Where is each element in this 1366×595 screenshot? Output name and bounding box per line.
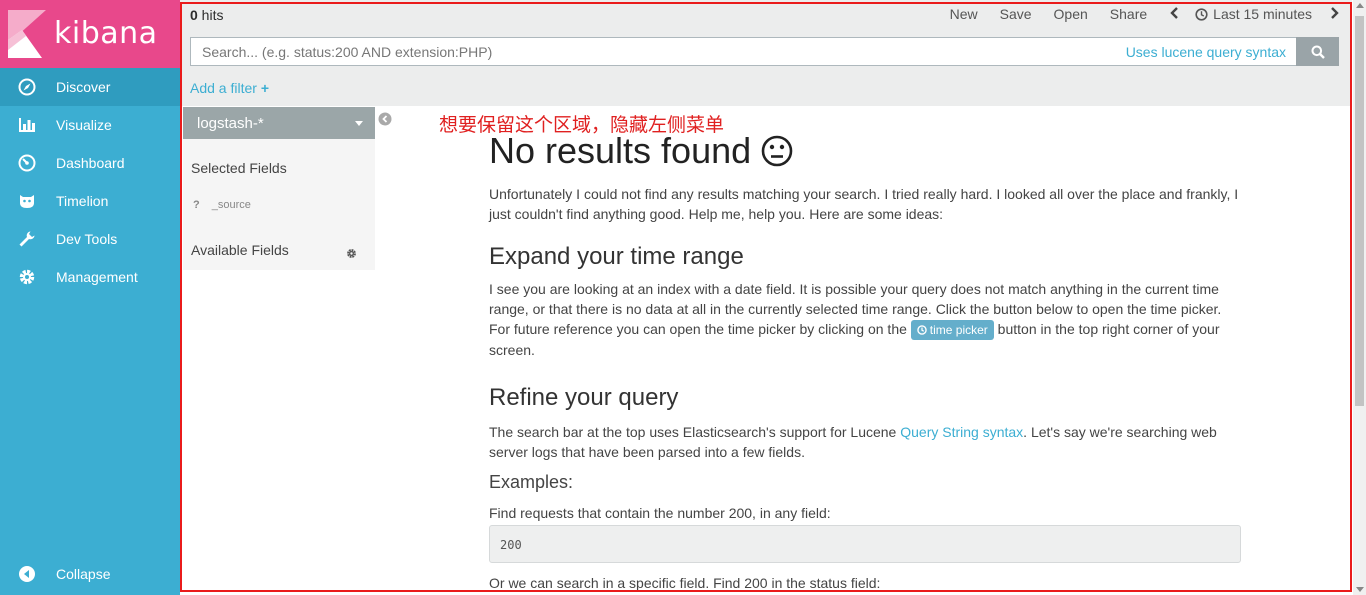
expand-text: I see you are looking at an index with a… xyxy=(489,279,1241,360)
scroll-down-arrow-icon[interactable] xyxy=(1356,587,1364,592)
field-item-source[interactable]: ? _source xyxy=(193,199,251,211)
examples-title: Examples: xyxy=(489,472,574,493)
field-name: _source xyxy=(211,199,251,211)
bar-chart-icon xyxy=(0,116,56,134)
unknown-type-icon: ? xyxy=(193,199,200,211)
clock-icon xyxy=(1195,7,1208,21)
index-pattern-select[interactable]: logstash-* xyxy=(183,107,375,139)
collapse-left-icon xyxy=(0,565,56,583)
wrench-icon xyxy=(0,230,56,248)
field-sidebar: logstash-* Selected Fields ? _source Ava… xyxy=(183,107,375,270)
new-button[interactable]: New xyxy=(950,6,978,22)
example2-text: Or we can search in a specific field. Fi… xyxy=(489,575,881,592)
nav-label-dev-tools: Dev Tools xyxy=(56,231,118,247)
dashboard-icon xyxy=(0,154,56,172)
top-menu: New Save Open Share Last 15 minutes xyxy=(928,6,1340,22)
nav-item-timelion[interactable]: Timelion xyxy=(0,182,180,220)
nav-collapse-label: Collapse xyxy=(56,566,111,582)
timelion-icon xyxy=(0,192,56,210)
open-button[interactable]: Open xyxy=(1054,6,1088,22)
intro-text: Unfortunately I could not find any resul… xyxy=(489,186,1239,222)
nav-label-timelion: Timelion xyxy=(56,193,109,209)
time-forward-chevron-icon[interactable] xyxy=(1330,6,1340,22)
caret-down-icon xyxy=(355,121,363,126)
hits-count: 0 hits xyxy=(190,7,223,23)
share-button[interactable]: Share xyxy=(1110,6,1147,22)
refine-text: The search bar at the top uses Elasticse… xyxy=(489,422,1241,462)
index-pattern-label: logstash-* xyxy=(197,114,264,132)
no-results-panel: No results found Unfortunately I could n… xyxy=(489,128,1241,593)
time-picker-label: Last 15 minutes xyxy=(1213,6,1312,22)
nav-label-discover: Discover xyxy=(56,79,111,95)
search-icon xyxy=(1311,45,1325,59)
example1-code-block: 200 xyxy=(489,525,1241,564)
available-fields-title: Available Fields xyxy=(191,242,289,258)
nav-label-management: Management xyxy=(56,269,138,285)
hits-label: hits xyxy=(197,7,224,23)
kibana-logo[interactable]: kibana xyxy=(0,0,180,68)
hits-number: 0 xyxy=(190,7,198,23)
add-filter-button[interactable]: Add a filter + xyxy=(190,80,269,96)
collapse-sidebar-icon[interactable] xyxy=(378,112,392,126)
discover-top-bar: 0 hits New Save Open Share Last 15 minut… xyxy=(180,0,1352,106)
left-nav: kibana Discover Visualize Dashboard Time… xyxy=(0,0,180,595)
expand-section-title: Expand your time range xyxy=(489,243,744,270)
time-picker-inline-button[interactable]: time picker xyxy=(910,320,994,341)
gear-icon xyxy=(0,268,56,286)
nav-item-management[interactable]: Management xyxy=(0,258,180,296)
lucene-syntax-link[interactable]: Uses lucene query syntax xyxy=(1126,44,1286,60)
time-picker-button[interactable]: Last 15 minutes xyxy=(1195,6,1312,22)
kibana-logo-icon xyxy=(8,10,46,58)
add-filter-label: Add a filter xyxy=(190,80,257,96)
frown-face-icon xyxy=(761,135,793,167)
example1-text: Find requests that contain the number 20… xyxy=(489,505,831,522)
field-settings-gear-icon[interactable] xyxy=(346,246,357,264)
time-picker-badge-label: time picker xyxy=(929,323,988,338)
no-results-heading: No results found xyxy=(489,130,1241,172)
scroll-thumb[interactable] xyxy=(1355,16,1364,406)
nav-item-dev-tools[interactable]: Dev Tools xyxy=(0,220,180,258)
search-input[interactable] xyxy=(191,38,1091,65)
nav-item-dashboard[interactable]: Dashboard xyxy=(0,144,180,182)
query-search-box: Uses lucene query syntax xyxy=(190,37,1296,66)
nav-label-dashboard: Dashboard xyxy=(56,155,125,171)
search-button[interactable] xyxy=(1296,37,1339,66)
nav-collapse-button[interactable]: Collapse xyxy=(0,555,180,593)
nav-item-discover[interactable]: Discover xyxy=(0,68,180,106)
time-back-chevron-icon[interactable] xyxy=(1169,6,1179,22)
plus-icon: + xyxy=(260,80,270,96)
refine-text-before: The search bar at the top uses Elasticse… xyxy=(489,424,901,441)
clock-icon xyxy=(917,325,927,336)
compass-icon xyxy=(0,78,56,96)
selected-fields-title: Selected Fields xyxy=(191,160,287,176)
page-scrollbar[interactable] xyxy=(1353,0,1366,595)
query-string-syntax-link[interactable]: Query String syntax xyxy=(900,424,1023,440)
save-button[interactable]: Save xyxy=(1000,6,1032,22)
nav-label-visualize: Visualize xyxy=(56,117,112,133)
scroll-up-arrow-icon[interactable] xyxy=(1356,3,1364,8)
no-results-title: No results found xyxy=(489,130,752,171)
refine-section-title: Refine your query xyxy=(489,384,679,412)
logo-text: kibana xyxy=(54,16,158,51)
nav-item-visualize[interactable]: Visualize xyxy=(0,106,180,144)
